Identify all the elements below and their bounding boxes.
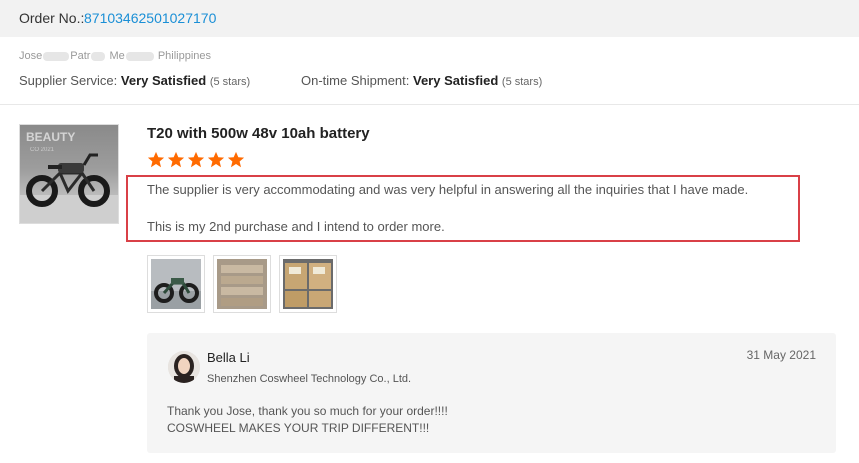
cartons-photo-icon bbox=[283, 259, 333, 309]
redaction bbox=[125, 51, 154, 61]
avatar bbox=[168, 351, 200, 383]
boxes-photo-icon bbox=[217, 259, 267, 309]
review-photos bbox=[147, 255, 337, 313]
review-text: The supplier is very accommodating and w… bbox=[147, 180, 748, 254]
buyer-name-part: Jose bbox=[19, 50, 43, 62]
shipment-value: Very Satisfied bbox=[413, 73, 499, 88]
shipment-stars: (5 stars) bbox=[501, 76, 543, 88]
supplier-service-value: Very Satisfied bbox=[120, 73, 207, 88]
svg-text:BEAUTY: BEAUTY bbox=[26, 130, 75, 144]
review-photo[interactable] bbox=[147, 255, 205, 313]
star-icon bbox=[167, 151, 185, 168]
divider bbox=[0, 104, 859, 105]
review-photo[interactable] bbox=[279, 255, 337, 313]
star-icon bbox=[207, 151, 225, 168]
reply-message-line: Thank you Jose, thank you so much for yo… bbox=[167, 404, 448, 418]
supplier-service-stars: (5 stars) bbox=[209, 76, 251, 88]
shipment-label: On-time Shipment: bbox=[301, 73, 410, 88]
product-star-rating bbox=[147, 151, 245, 173]
reply-date: 31 May 2021 bbox=[746, 348, 816, 362]
buyer-country: Philippines bbox=[157, 50, 212, 62]
buyer-info: Jose Patr Me Philippines bbox=[19, 50, 211, 62]
buyer-name-part: Patr bbox=[70, 50, 91, 62]
star-icon bbox=[147, 151, 165, 168]
avatar-icon bbox=[168, 351, 200, 383]
product-thumbnail[interactable]: BEAUTY CO 2021 bbox=[19, 124, 119, 224]
reply-message-line: COSWHEEL MAKES YOUR TRIP DIFFERENT!!! bbox=[167, 421, 430, 435]
svg-text:CO 2021: CO 2021 bbox=[30, 147, 55, 153]
reply-message: Thank you Jose, thank you so much for yo… bbox=[167, 403, 448, 437]
ebike-photo-icon bbox=[151, 259, 201, 309]
review-line: This is my 2nd purchase and I intend to … bbox=[147, 219, 445, 234]
order-number-link[interactable]: 87103462501027170 bbox=[84, 10, 216, 26]
star-icon bbox=[187, 151, 205, 168]
review-line: The supplier is very accommodating and w… bbox=[147, 182, 749, 197]
supplier-service-label: Supplier Service: bbox=[19, 73, 118, 88]
review-photo[interactable] bbox=[213, 255, 271, 313]
supplier-service-rating: Supplier Service: Very Satisfied (5 star… bbox=[19, 73, 250, 88]
product-title[interactable]: T20 with 500w 48v 10ah battery bbox=[147, 125, 370, 142]
reply-company: Shenzhen Coswheel Technology Co., Ltd. bbox=[207, 373, 412, 385]
star-icon bbox=[227, 151, 245, 168]
supplier-reply: Bella Li Shenzhen Coswheel Technology Co… bbox=[147, 333, 836, 453]
reply-author-name: Bella Li bbox=[207, 350, 250, 365]
redaction bbox=[43, 51, 70, 61]
buyer-name-part: Me bbox=[109, 50, 125, 62]
redaction bbox=[91, 51, 106, 61]
shipment-rating: On-time Shipment: Very Satisfied (5 star… bbox=[301, 73, 542, 88]
ebike-photo-icon: BEAUTY CO 2021 bbox=[20, 130, 118, 223]
order-header: Order No.: 87103462501027170 bbox=[0, 0, 859, 37]
order-label: Order No.: bbox=[19, 10, 85, 26]
